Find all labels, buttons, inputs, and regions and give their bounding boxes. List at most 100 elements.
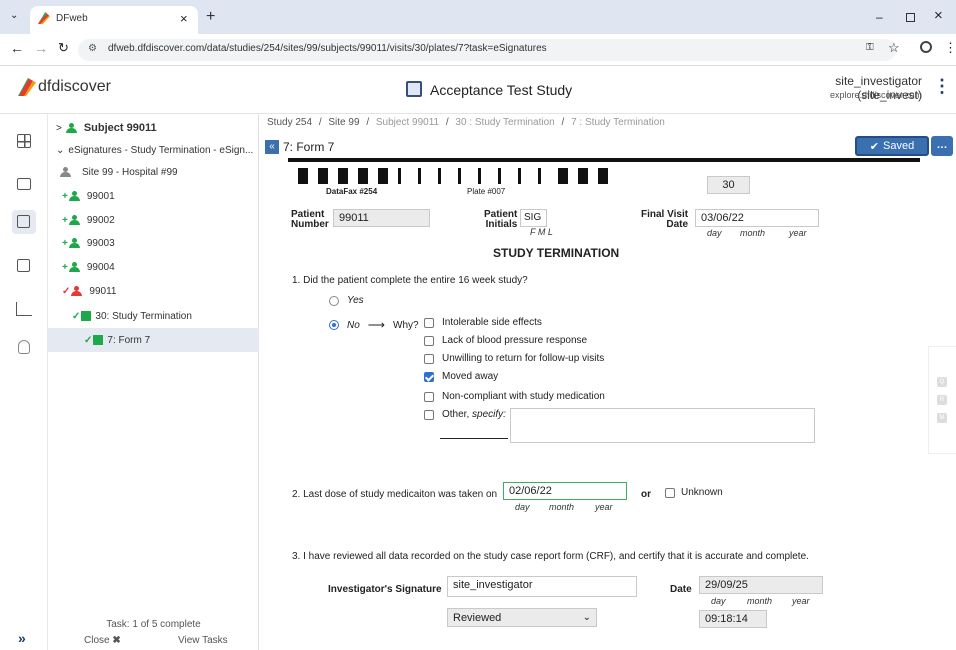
fingerprint-icon[interactable] — [18, 340, 30, 354]
browser-tab[interactable]: DFweb × — [30, 6, 198, 34]
site-label: Site 99 - Hospital #99 — [82, 166, 178, 178]
reason-option[interactable]: Intolerable side effects — [424, 317, 542, 328]
profile-icon[interactable] — [920, 41, 932, 53]
browser-menu-icon[interactable]: ⋮ — [944, 40, 956, 56]
password-key-icon[interactable]: ⚿ — [866, 42, 874, 53]
saved-button[interactable]: ✔ Saved — [855, 136, 929, 156]
date-year-sublabel: year — [595, 502, 613, 512]
other-specify-textarea[interactable] — [510, 408, 815, 443]
breadcrumb-item[interactable]: Study 254 — [267, 117, 312, 128]
date-month-sublabel: month — [747, 596, 773, 606]
yes-radio[interactable] — [329, 295, 339, 306]
reason-checkbox[interactable] — [424, 335, 434, 346]
saved-label: Saved — [883, 140, 915, 152]
patient-number-field[interactable]: 99011 — [333, 209, 430, 227]
subject-label: Subject 99011 — [83, 122, 157, 134]
unknown-option[interactable]: Unknown — [665, 487, 723, 498]
visit-number-field[interactable]: 30 — [707, 176, 750, 194]
forward-icon[interactable]: → — [34, 40, 48, 56]
breadcrumb-item[interactable]: 7 : Study Termination — [571, 117, 665, 128]
reason-other-option[interactable]: Other, specify: — [424, 409, 506, 420]
side-tool-r[interactable]: R — [937, 395, 947, 405]
no-radio[interactable] — [329, 320, 339, 330]
other-underline — [440, 438, 508, 439]
tab-list-chevron-icon[interactable]: ⌄ — [10, 10, 18, 21]
date-year-sublabel: year — [789, 228, 807, 238]
last-dose-date-field[interactable]: 02/06/22 — [503, 482, 627, 500]
queries-icon[interactable] — [17, 259, 30, 272]
tree-subject-item[interactable]: + 99002 — [48, 209, 259, 231]
url-field[interactable]: ⚙ dfweb.dfdiscover.com/data/studies/254/… — [78, 39, 896, 61]
reason-option[interactable]: Non-compliant with study medication — [424, 391, 605, 402]
breadcrumb-item[interactable]: 30 : Study Termination — [455, 117, 554, 128]
signature-field[interactable]: site_investigator — [447, 576, 637, 597]
patient-initials-field[interactable]: SIG — [520, 209, 547, 227]
reason-checkbox-checked[interactable] — [424, 371, 434, 382]
q1-no-option[interactable]: No ⟶ Why? — [329, 318, 419, 332]
breadcrumb-item[interactable]: Subject 99011 — [376, 117, 439, 128]
collapse-left-icon[interactable]: « — [265, 140, 279, 154]
reason-label: Unwilling to return for follow-up visits — [442, 353, 605, 364]
task-status: Task: 1 of 5 complete — [106, 619, 201, 630]
dfdiscover-logo-icon — [18, 78, 36, 96]
breadcrumb-item[interactable]: Site 99 — [328, 117, 359, 128]
tree-plate-item[interactable]: ✓ 7: Form 7 — [48, 328, 259, 352]
reason-option[interactable]: Moved away — [424, 371, 498, 382]
tree-subject-item[interactable]: + 99004 — [48, 256, 259, 278]
final-visit-date-field[interactable]: 03/06/22 — [695, 209, 819, 227]
subject-id: 99002 — [86, 214, 115, 226]
expand-sidebar-icon[interactable]: » — [18, 630, 26, 646]
plus-icon: + — [62, 237, 68, 249]
folder-icon[interactable] — [17, 178, 31, 190]
side-tool-q[interactable]: Q — [937, 377, 947, 387]
close-window-icon[interactable]: × — [934, 7, 943, 24]
reason-checkbox[interactable] — [424, 317, 434, 328]
date-day-sublabel: day — [711, 596, 726, 606]
visit-label: 30: Study Termination — [95, 310, 192, 322]
or-label: or — [641, 489, 651, 500]
reason-label: Intolerable side effects — [442, 317, 542, 328]
reload-icon[interactable]: ↻ — [58, 40, 69, 56]
close-task-button[interactable]: Close ✖ — [84, 635, 121, 646]
subject-tree-panel: > Subject 99011 ⌄ eSignatures - Study Te… — [48, 114, 259, 650]
date-year-sublabel: year — [792, 596, 810, 606]
tree-visit-item[interactable]: ✓ 30: Study Termination — [48, 305, 259, 327]
minimize-icon[interactable]: – — [876, 10, 883, 24]
view-tasks-button[interactable]: View Tasks — [178, 635, 228, 646]
maximize-icon[interactable] — [906, 13, 915, 22]
signature-status-select[interactable]: Reviewed ⌄ — [447, 608, 597, 627]
logo-text: dfdiscover — [38, 78, 111, 95]
bookmark-star-icon[interactable]: ☆ — [888, 40, 900, 56]
back-icon[interactable]: ← — [10, 40, 24, 56]
arrow-right-icon: ⟶ — [367, 318, 385, 332]
tree-site[interactable]: Site 99 - Hospital #99 — [48, 161, 259, 183]
tree-task-group[interactable]: ⌄ eSignatures - Study Termination - eSig… — [48, 139, 259, 161]
tree-subject-item[interactable]: + 99003 — [48, 232, 259, 254]
plus-icon: + — [62, 261, 68, 273]
close-tab-icon[interactable]: × — [180, 11, 188, 26]
tree-subject-item[interactable]: + 99001 — [48, 185, 259, 207]
site-info-icon[interactable]: ⚙ — [88, 43, 97, 54]
side-tool-m[interactable]: M — [937, 413, 947, 423]
new-tab-icon[interactable]: + — [206, 8, 215, 26]
dfdiscover-logo[interactable]: dfdiscover — [18, 78, 111, 96]
check-mark-icon: ✓ — [72, 310, 81, 322]
reports-chart-icon[interactable] — [16, 302, 32, 316]
unknown-checkbox[interactable] — [665, 487, 675, 498]
tree-subject-item-active[interactable]: ✓ 99011 — [48, 280, 259, 302]
reason-option[interactable]: Unwilling to return for follow-up visits — [424, 353, 604, 364]
tree-subject-header[interactable]: > Subject 99011 — [48, 117, 259, 139]
reason-option[interactable]: Lack of blood pressure response — [424, 335, 587, 346]
reason-checkbox[interactable] — [424, 391, 434, 402]
user-menu-icon[interactable]: ⋮ — [933, 76, 951, 97]
other-checkbox[interactable] — [424, 409, 434, 420]
signature-time-field: 09:18:14 — [699, 610, 767, 628]
reason-label: Moved away — [442, 371, 499, 382]
server-name: explore.dfdiscover.com — [829, 90, 922, 100]
study-title: Acceptance Test Study — [430, 82, 573, 98]
signature-date-field[interactable]: 29/09/25 — [699, 576, 823, 594]
q1-yes-option[interactable]: Yes — [329, 295, 364, 306]
dashboard-icon[interactable] — [17, 134, 31, 148]
more-options-button[interactable]: … — [931, 136, 953, 156]
reason-checkbox[interactable] — [424, 353, 434, 364]
